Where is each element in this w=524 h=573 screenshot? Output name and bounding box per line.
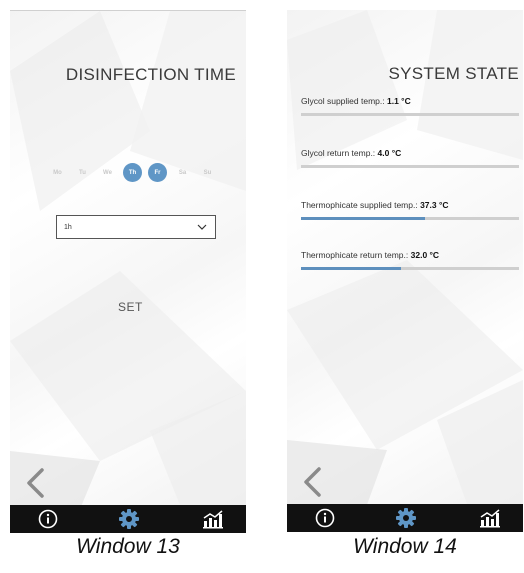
bottom-navbar bbox=[287, 504, 523, 532]
background-pattern bbox=[10, 11, 246, 533]
statistics-chart-icon[interactable] bbox=[479, 508, 501, 528]
status-label: Thermophicate supplied temp.: bbox=[301, 200, 418, 210]
status-value: 4.0 °C bbox=[377, 148, 402, 158]
status-row-thermophicate-return: Thermophicate return temp.: 32.0 °C bbox=[301, 250, 519, 270]
level-bar bbox=[301, 217, 519, 220]
window-13-screen: DISINFECTION TIME Mo Tu We Th Fr Sa Su 1… bbox=[10, 10, 246, 533]
page-title: SYSTEM STATE bbox=[388, 64, 519, 83]
status-row-glycol-return: Glycol return temp.: 4.0 °C bbox=[301, 148, 519, 168]
day-toggle-mo[interactable]: Mo bbox=[48, 163, 67, 182]
set-button[interactable]: SET bbox=[118, 300, 143, 314]
settings-gear-icon[interactable] bbox=[395, 507, 417, 529]
level-bar bbox=[301, 165, 519, 168]
duration-select-value: 1h bbox=[64, 223, 72, 231]
statistics-chart-icon[interactable] bbox=[202, 509, 224, 529]
background-pattern bbox=[287, 10, 523, 532]
status-row-thermophicate-supplied: Thermophicate supplied temp.: 37.3 °C bbox=[301, 200, 519, 220]
weekday-selector: Mo Tu We Th Fr Sa Su bbox=[48, 163, 217, 182]
window-14-screen: SYSTEM STATE Glycol supplied temp.: 1.1 … bbox=[287, 10, 523, 532]
duration-select[interactable]: 1h bbox=[56, 215, 216, 239]
chevron-down-icon bbox=[197, 224, 207, 230]
level-bar-fill bbox=[301, 217, 426, 220]
day-toggle-sa[interactable]: Sa bbox=[173, 163, 192, 182]
status-label: Glycol return temp.: bbox=[301, 148, 376, 158]
day-toggle-th[interactable]: Th bbox=[123, 163, 142, 182]
back-arrow-icon[interactable] bbox=[301, 466, 323, 498]
settings-gear-icon[interactable] bbox=[118, 508, 140, 530]
day-toggle-we[interactable]: We bbox=[98, 163, 117, 182]
day-toggle-fr[interactable]: Fr bbox=[148, 163, 167, 182]
status-value: 32.0 °C bbox=[410, 250, 440, 260]
bottom-navbar bbox=[10, 505, 246, 533]
day-toggle-su[interactable]: Su bbox=[198, 163, 217, 182]
status-label: Glycol supplied temp.: bbox=[301, 96, 385, 106]
status-value: 37.3 °C bbox=[420, 200, 449, 210]
window-13-caption: Window 13 bbox=[76, 535, 180, 558]
level-bar bbox=[301, 113, 519, 116]
back-arrow-icon[interactable] bbox=[24, 467, 46, 499]
level-bar-fill bbox=[301, 267, 402, 270]
status-row-glycol-supplied: Glycol supplied temp.: 1.1 °C bbox=[301, 96, 519, 116]
info-icon[interactable] bbox=[38, 509, 58, 529]
status-label: Thermophicate return temp.: bbox=[301, 250, 409, 260]
day-toggle-tu[interactable]: Tu bbox=[73, 163, 92, 182]
level-bar bbox=[301, 267, 519, 270]
page-title: DISINFECTION TIME bbox=[65, 65, 236, 84]
status-value: 1.1 °C bbox=[387, 96, 411, 106]
window-14-caption: Window 14 bbox=[353, 535, 457, 558]
info-icon[interactable] bbox=[315, 508, 335, 528]
